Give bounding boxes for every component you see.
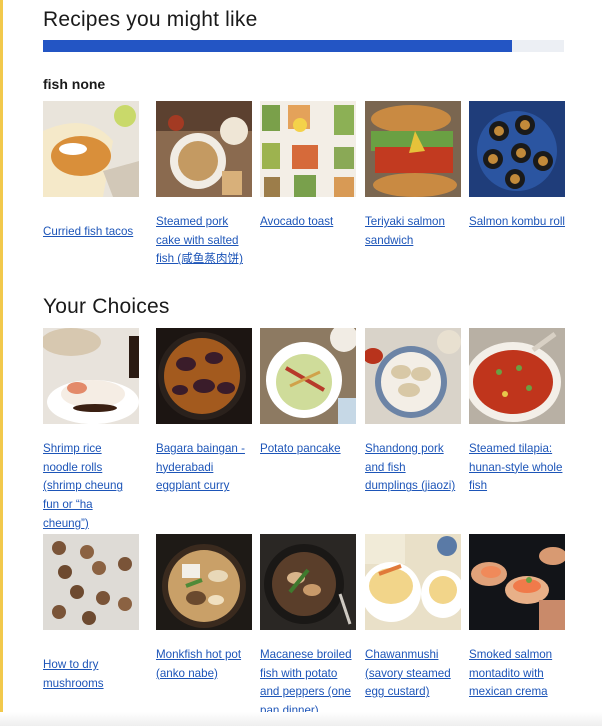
recipe-link[interactable]: Teriyaki salmon sandwich bbox=[365, 213, 461, 250]
recipe-card[interactable]: Chawanmushi (savory steamed egg custard) bbox=[365, 534, 461, 702]
recipe-link[interactable]: How to dry mushrooms bbox=[43, 656, 139, 693]
recipe-link[interactable]: Chawanmushi (savory steamed egg custard) bbox=[365, 646, 461, 702]
progress-fill bbox=[43, 40, 512, 52]
recipe-card[interactable]: Monkfish hot pot (anko nabe) bbox=[156, 534, 252, 683]
recipe-photo[interactable] bbox=[469, 101, 565, 197]
recipe-card[interactable]: Shandong pork and fish dumplings (jiaozi… bbox=[365, 328, 461, 496]
recipe-link[interactable]: Shrimp rice noodle rolls (shrimp cheung … bbox=[43, 440, 139, 534]
bottom-fade bbox=[0, 712, 602, 726]
recipe-photo[interactable] bbox=[43, 101, 139, 197]
left-accent-bar bbox=[0, 0, 3, 726]
recipe-link[interactable]: Potato pancake bbox=[260, 440, 356, 459]
choices-title: Your Choices bbox=[43, 295, 170, 318]
recipe-link[interactable]: Curried fish tacos bbox=[43, 223, 139, 242]
recipe-card[interactable]: Macanese broiled fish with potato and pe… bbox=[260, 534, 356, 721]
recipe-photo[interactable] bbox=[156, 534, 252, 630]
recipe-link[interactable]: Shandong pork and fish dumplings (jiaozi… bbox=[365, 440, 461, 496]
recipe-link[interactable]: Smoked salmon montadito with mexican cre… bbox=[469, 646, 565, 702]
recipe-card[interactable]: Potato pancake bbox=[260, 328, 356, 459]
recipe-photo[interactable] bbox=[156, 328, 252, 424]
suggestions-title: Recipes you might like bbox=[43, 8, 258, 31]
recipe-photo[interactable] bbox=[260, 328, 356, 424]
recipe-card[interactable]: Avocado toast bbox=[260, 101, 356, 232]
recipe-card[interactable]: Bagara baingan - hyderabadi eggplant cur… bbox=[156, 328, 252, 496]
recipe-photo[interactable] bbox=[469, 328, 565, 424]
recipe-card[interactable]: Salmon kombu roll bbox=[469, 101, 565, 232]
filter-label: fish none bbox=[43, 76, 106, 92]
recipe-photo[interactable] bbox=[156, 101, 252, 197]
progress-bar bbox=[43, 40, 564, 52]
recipe-photo[interactable] bbox=[260, 534, 356, 630]
recipe-photo[interactable] bbox=[365, 534, 461, 630]
recipe-link[interactable]: Salmon kombu roll bbox=[469, 213, 565, 232]
recipe-link[interactable]: Monkfish hot pot (anko nabe) bbox=[156, 646, 252, 683]
recipe-card[interactable]: Shrimp rice noodle rolls (shrimp cheung … bbox=[43, 328, 139, 534]
recipe-card[interactable]: Smoked salmon montadito with mexican cre… bbox=[469, 534, 565, 702]
recipe-card[interactable]: Curried fish tacos bbox=[43, 101, 139, 242]
recipe-photo[interactable] bbox=[469, 534, 565, 630]
recipe-photo[interactable] bbox=[43, 534, 139, 630]
recipe-card[interactable]: Steamed pork cake with salted fish (咸鱼蒸肉… bbox=[156, 101, 252, 269]
recipe-photo[interactable] bbox=[365, 328, 461, 424]
recipe-link[interactable]: Macanese broiled fish with potato and pe… bbox=[260, 646, 356, 721]
recipe-link[interactable]: Steamed tilapia: hunan-style whole fish bbox=[469, 440, 565, 496]
recipe-link[interactable]: Bagara baingan - hyderabadi eggplant cur… bbox=[156, 440, 252, 496]
recipe-card[interactable]: How to dry mushrooms bbox=[43, 534, 139, 693]
recipe-photo[interactable] bbox=[260, 101, 356, 197]
recipe-photo[interactable] bbox=[365, 101, 461, 197]
recipe-link[interactable]: Avocado toast bbox=[260, 213, 356, 232]
recipe-card[interactable]: Steamed tilapia: hunan-style whole fish bbox=[469, 328, 565, 496]
recipe-photo[interactable] bbox=[43, 328, 139, 424]
recipe-card[interactable]: Teriyaki salmon sandwich bbox=[365, 101, 461, 250]
recipe-link[interactable]: Steamed pork cake with salted fish (咸鱼蒸肉… bbox=[156, 213, 252, 269]
